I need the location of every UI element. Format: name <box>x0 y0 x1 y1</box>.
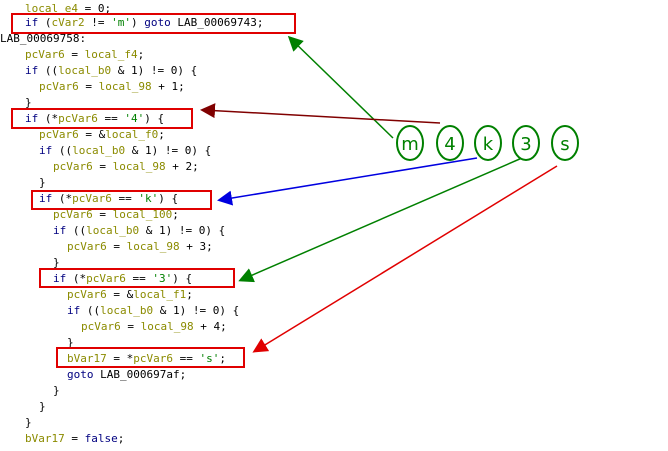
circle-label-4: 4 <box>444 134 455 155</box>
circle-label-k: k <box>483 134 494 155</box>
arrow-4 <box>200 103 441 124</box>
circle-label-s: s <box>560 134 569 155</box>
circle-label-m: m <box>401 134 419 155</box>
circle-label-3: 3 <box>520 134 531 155</box>
arrow-overlay: m 4 k 3 s <box>200 35 579 353</box>
arrow-m <box>287 35 394 139</box>
arrow-3 <box>238 157 523 283</box>
arrow-s <box>252 165 558 353</box>
